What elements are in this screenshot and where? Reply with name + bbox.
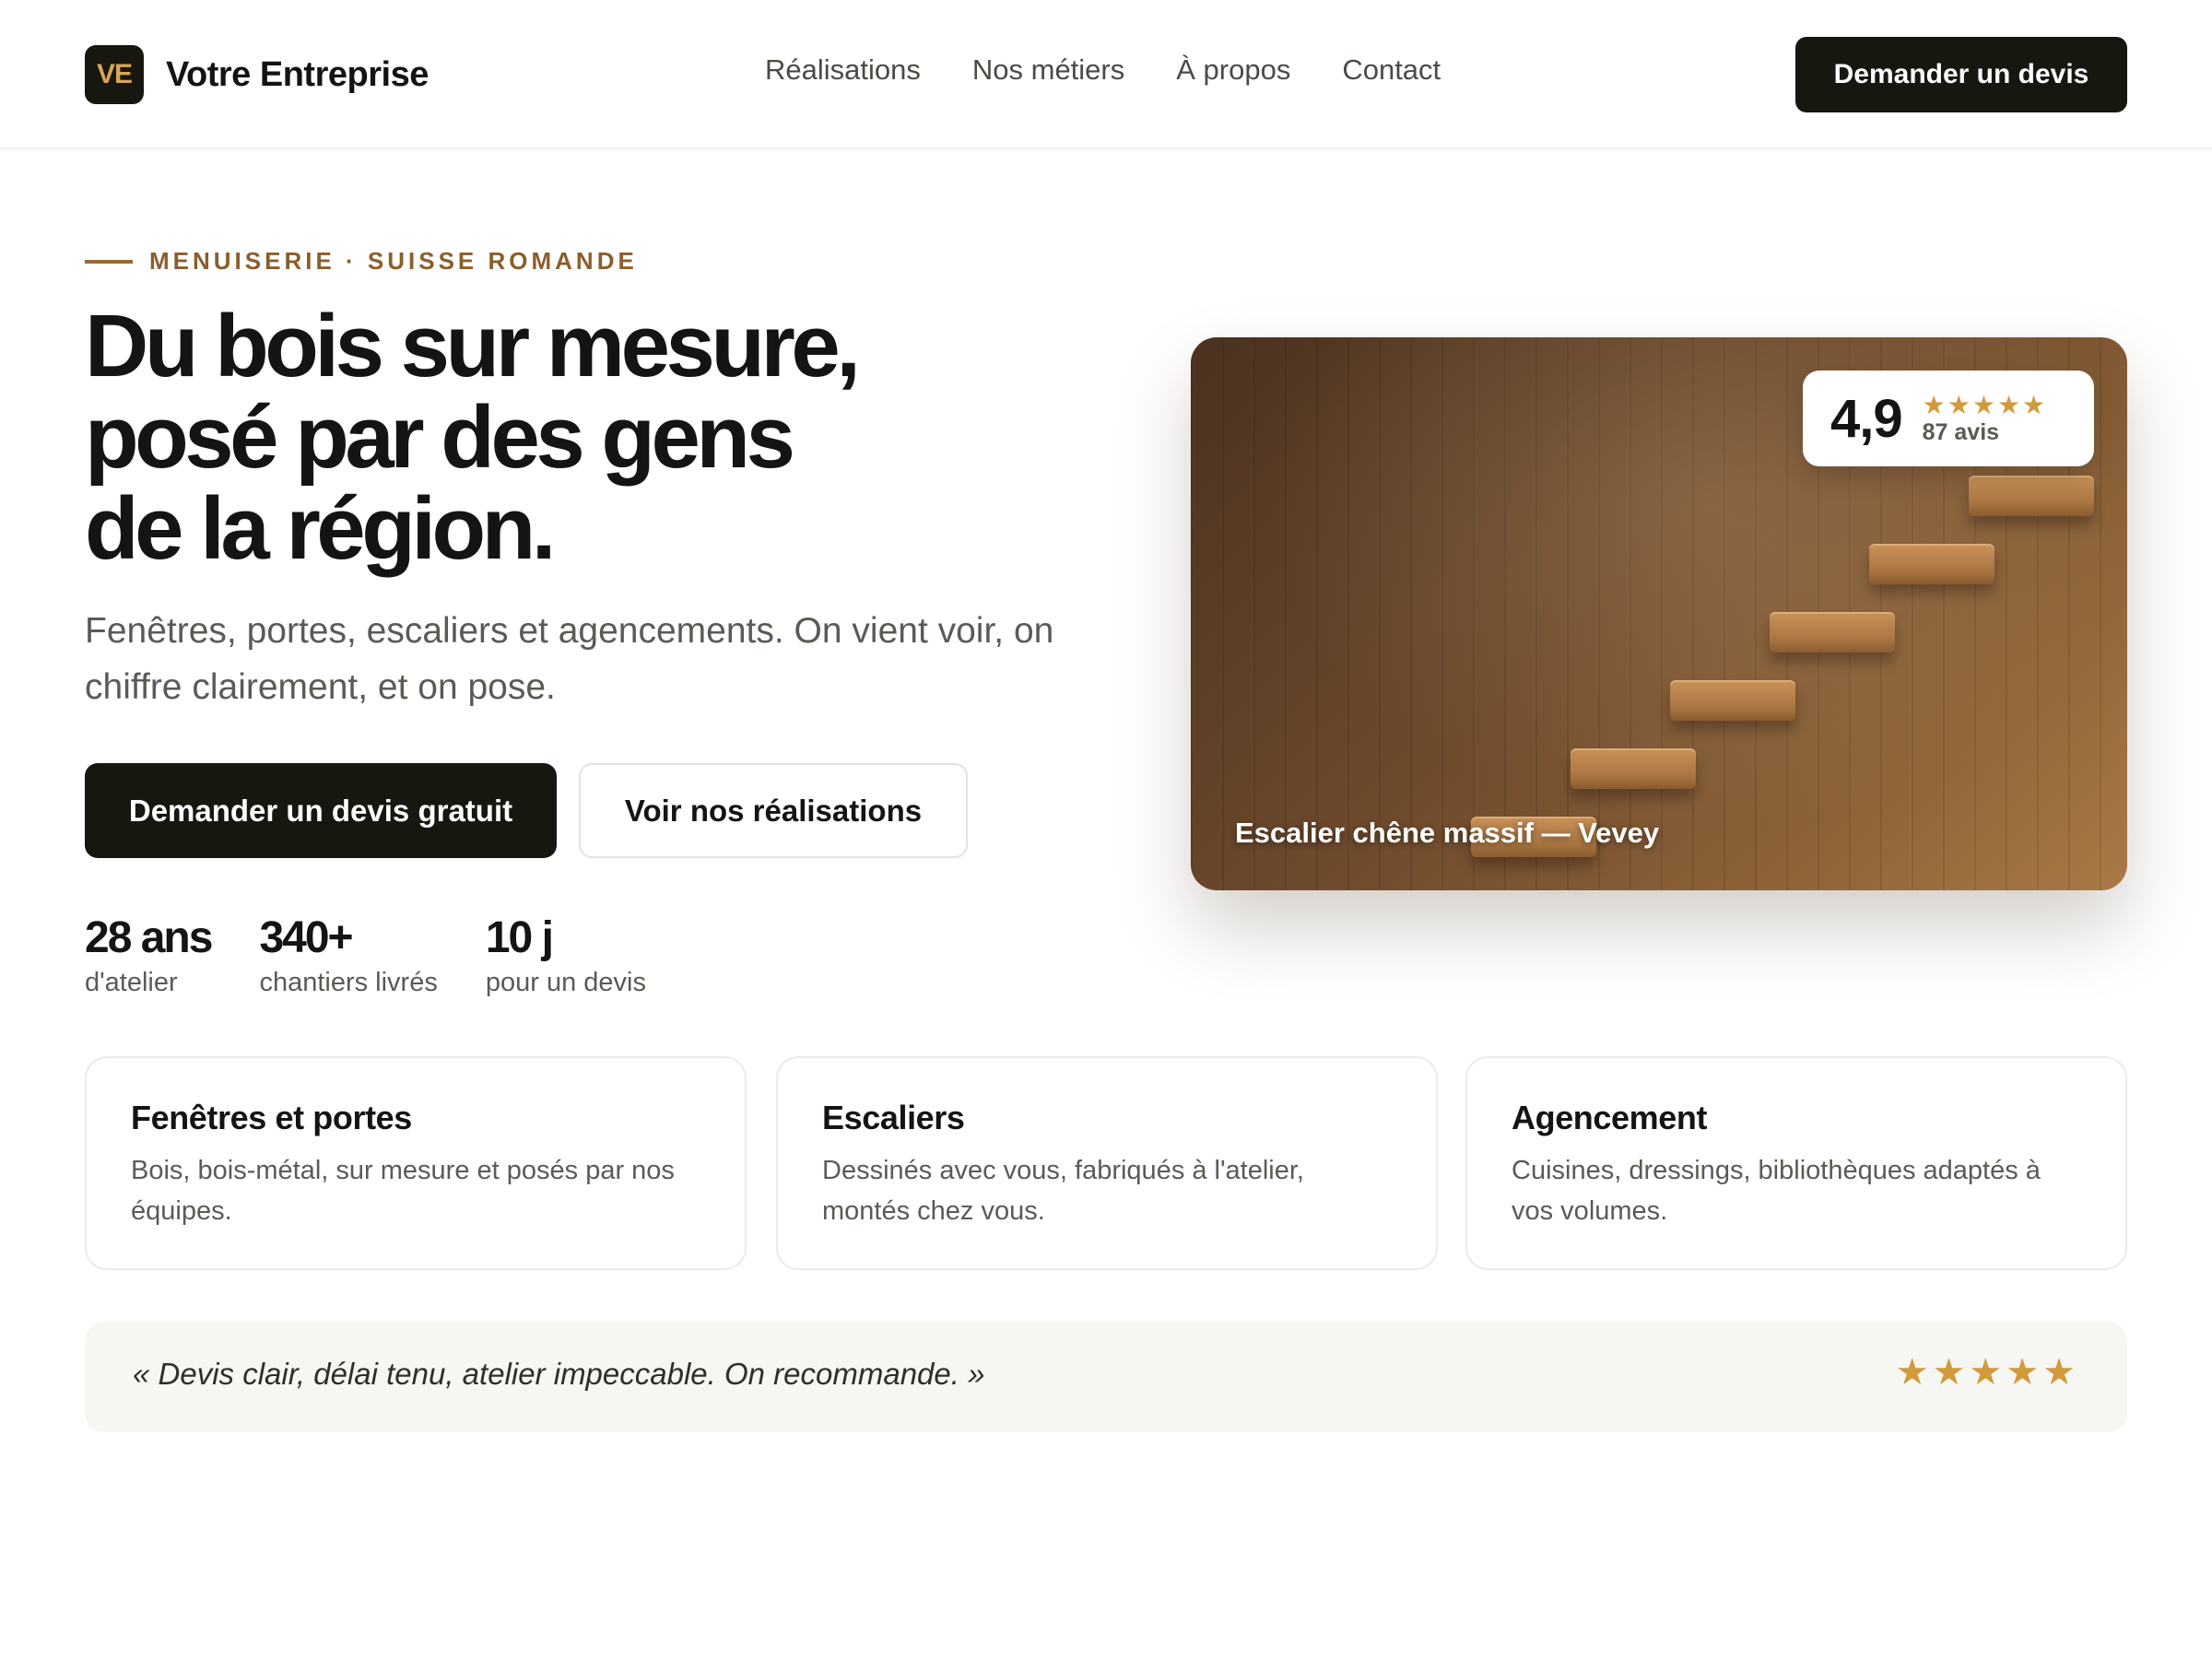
image-caption: Escalier chêne massif — Vevey: [1235, 817, 1660, 849]
stair-step: [1869, 544, 1994, 584]
hero-image-staircase: 4,9 ★★★★★ 87 avis Escalier chêne massif …: [1191, 337, 2127, 890]
stat-label: chantiers livrés: [259, 968, 438, 997]
rating-value: 4,9: [1830, 388, 1903, 449]
quote-free-button[interactable]: Demander un devis gratuit: [85, 763, 557, 858]
testimonial-banner: « Devis clair, délai tenu, atelier impec…: [85, 1322, 2127, 1432]
service-title: Escaliers: [822, 1099, 965, 1136]
nav-link-nos-metiers[interactable]: Nos métiers: [972, 53, 1124, 87]
stat-value: 340+: [259, 913, 353, 962]
main-nav: Réalisations Nos métiers À propos Contac…: [765, 53, 1441, 87]
service-title: Agencement: [1512, 1099, 1708, 1136]
stair-step: [1969, 476, 2094, 516]
hero-title: Du bois sur mesure, posé par des gens de…: [85, 300, 1099, 574]
site-header: VE Votre Entreprise Réalisations Nos mét…: [0, 0, 2212, 149]
service-description: Cuisines, dressings, bibliothèques adapt…: [1512, 1156, 2041, 1226]
star-rating-icon: ★★★★★: [1922, 390, 2048, 419]
nav-link-a-propos[interactable]: À propos: [1176, 53, 1290, 87]
rating-count: 87 avis: [1922, 418, 2000, 445]
service-title: Fenêtres et portes: [131, 1099, 412, 1136]
hero-subtitle: Fenêtres, portes, escaliers et agencemen…: [85, 611, 1054, 707]
stair-step: [1571, 748, 1696, 789]
stat-value: 28 ans: [85, 913, 213, 962]
testimonial-quote: « Devis clair, délai tenu, atelier impec…: [133, 1357, 985, 1391]
stair-step: [1770, 612, 1895, 653]
service-description: Dessinés avec vous, fabriqués à l'atelie…: [822, 1156, 1304, 1226]
stat-label: pour un devis: [485, 968, 646, 997]
hero-stats: 28 ans d'atelier 340+ chantiers livrés 1…: [85, 912, 646, 998]
stat-item: 28 ans d'atelier: [85, 912, 213, 998]
service-description: Bois, bois-métal, sur mesure et posés pa…: [131, 1156, 675, 1226]
stat-value: 10 j: [485, 913, 554, 962]
service-card-fitting[interactable]: Agencement Cuisines, dressings, biblioth…: [1465, 1056, 2127, 1270]
brand[interactable]: VE Votre Entreprise: [85, 45, 429, 104]
stat-item: 340+ chantiers livrés: [259, 912, 437, 998]
eyebrow-text: MENUISERIE · SUISSE ROMANDE: [149, 247, 638, 275]
service-card-windows-doors[interactable]: Fenêtres et portes Bois, bois-métal, sur…: [85, 1056, 747, 1270]
hero-title-line: posé par des gens: [85, 388, 795, 487]
star-rating-icon: ★★★★★: [1895, 1352, 2079, 1393]
brand-name: Votre Entreprise: [166, 54, 429, 94]
rating-meta: ★★★★★ 87 avis: [1922, 390, 2048, 446]
service-card-stairs[interactable]: Escaliers Dessinés avec vous, fabriqués …: [776, 1056, 1438, 1270]
nav-link-contact[interactable]: Contact: [1342, 53, 1441, 87]
nav-link-realisations[interactable]: Réalisations: [765, 53, 921, 87]
rating-card: 4,9 ★★★★★ 87 avis: [1803, 371, 2094, 466]
header-quote-button[interactable]: Demander un devis: [1795, 37, 2127, 112]
hero-eyebrow: MENUISERIE · SUISSE ROMANDE: [85, 247, 638, 276]
view-projects-button[interactable]: Voir nos réalisations: [579, 763, 968, 858]
hero-title-line: Du bois sur mesure,: [85, 297, 861, 395]
hero-title-line: de la région.: [85, 479, 556, 578]
stat-label: d'atelier: [85, 968, 178, 997]
brand-logo: VE: [85, 45, 144, 104]
stat-item: 10 j pour un devis: [486, 912, 646, 998]
eyebrow-line: [85, 259, 133, 264]
stair-step: [1670, 680, 1795, 721]
